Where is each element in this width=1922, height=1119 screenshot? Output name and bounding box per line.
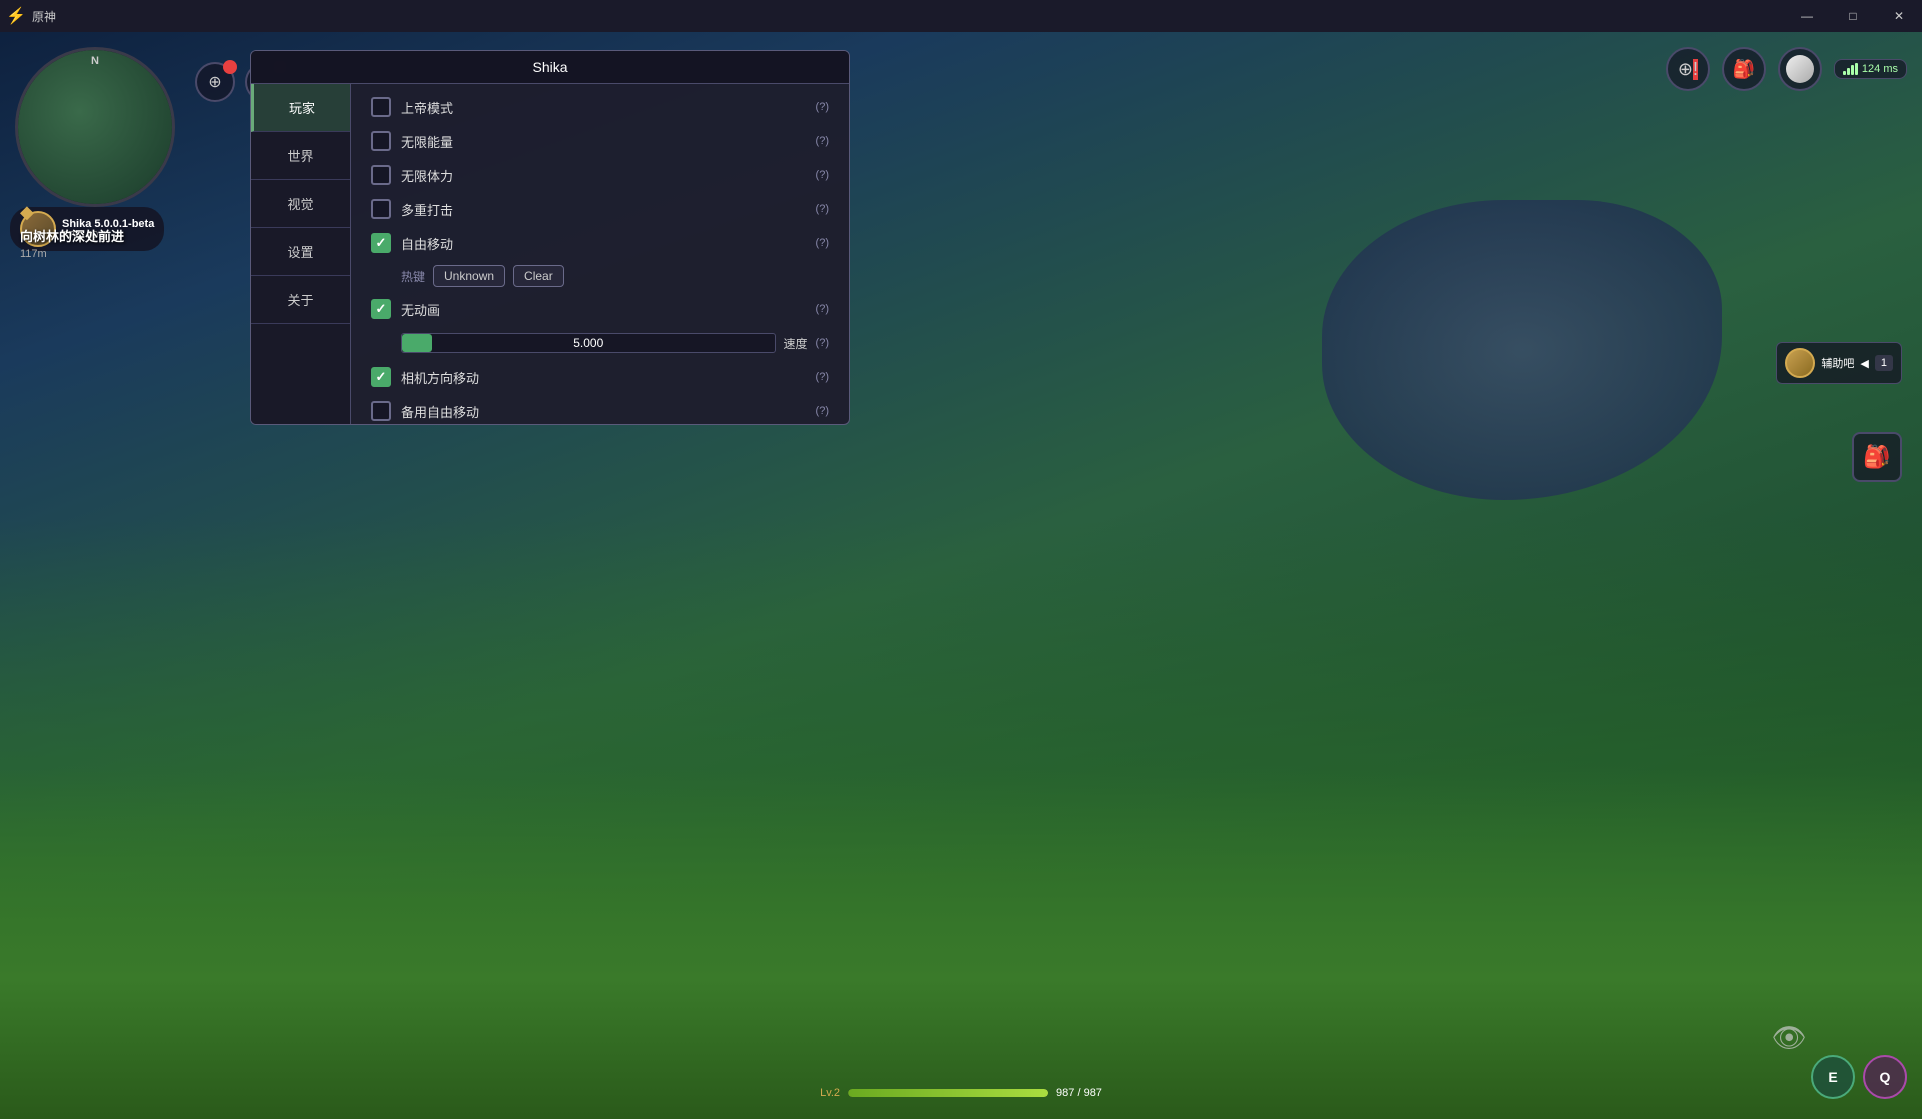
- cheat-checkbox-free-move[interactable]: [371, 233, 391, 253]
- background-grass: [0, 769, 1922, 1119]
- cheat-checkbox-no-animation[interactable]: [371, 299, 391, 319]
- cheat-checkbox-multi-hit[interactable]: [371, 199, 391, 219]
- cheat-hint-disable-free-move[interactable]: (?): [816, 405, 829, 417]
- speed-hint[interactable]: (?): [816, 337, 829, 349]
- cheat-checkbox-infinite-stamina[interactable]: [371, 165, 391, 185]
- minimize-button[interactable]: —: [1784, 0, 1830, 32]
- app-icon: ⚡: [0, 0, 32, 32]
- cheat-label-infinite-energy: 无限能量: [401, 132, 806, 151]
- title-bar: ⚡ 原神 — □ ✕: [0, 0, 1922, 32]
- cheat-checkbox-disable-free-move[interactable]: [371, 401, 391, 421]
- cheats-body: 玩家 世界 视觉 设置 关于 上帝模式 (?): [251, 84, 849, 424]
- cheat-row-free-move: 自由移动 (?): [363, 228, 837, 258]
- sidebar-tab-about[interactable]: 关于: [251, 276, 350, 324]
- sidebar-tab-player[interactable]: 玩家: [251, 84, 350, 132]
- cheat-label-free-move: 自由移动: [401, 234, 806, 253]
- cheat-row-multi-hit: 多重打击 (?): [363, 194, 837, 224]
- hotkey-label: 热键: [401, 268, 425, 285]
- cheat-row-god-mode: 上帝模式 (?): [363, 92, 837, 122]
- cheat-hint-god-mode[interactable]: (?): [816, 101, 829, 113]
- cheat-row-infinite-stamina: 无限体力 (?): [363, 160, 837, 190]
- cheat-label-infinite-stamina: 无限体力: [401, 166, 806, 185]
- cheat-hint-multi-hit[interactable]: (?): [816, 203, 829, 215]
- cheat-label-multi-hit: 多重打击: [401, 200, 806, 219]
- speed-row: 5.000 速度 (?): [363, 328, 837, 358]
- hotkey-clear-button[interactable]: Clear: [513, 265, 564, 287]
- close-button[interactable]: ✕: [1876, 0, 1922, 32]
- cheat-checkbox-camera-move[interactable]: [371, 367, 391, 387]
- cheat-hint-no-animation[interactable]: (?): [816, 303, 829, 315]
- window-title: 原神: [32, 8, 1784, 25]
- maximize-button[interactable]: □: [1830, 0, 1876, 32]
- hotkey-unknown-button[interactable]: Unknown: [433, 265, 505, 287]
- cheat-row-no-animation: 无动画 (?): [363, 294, 837, 324]
- cheat-label-camera-move: 相机方向移动: [401, 368, 806, 387]
- cheat-checkbox-infinite-energy[interactable]: [371, 131, 391, 151]
- cheats-title: Shika: [251, 51, 849, 84]
- cheats-overlay: Shika 玩家 世界 视觉 设置 关于 上帝模式: [250, 50, 850, 425]
- window-controls: — □ ✕: [1784, 0, 1922, 32]
- speed-fill: [402, 334, 432, 352]
- cheat-label-no-animation: 无动画: [401, 300, 806, 319]
- sidebar-tab-visual[interactable]: 视觉: [251, 180, 350, 228]
- cheat-hint-infinite-energy[interactable]: (?): [816, 135, 829, 147]
- cheat-row-disable-free-move: 备用自由移动 (?): [363, 396, 837, 424]
- sidebar-tab-settings[interactable]: 设置: [251, 228, 350, 276]
- cheats-sidebar: 玩家 世界 视觉 设置 关于: [251, 84, 351, 424]
- cheat-checkbox-god-mode[interactable]: [371, 97, 391, 117]
- hotkey-row: 热键 Unknown Clear: [363, 262, 837, 290]
- cheat-hint-free-move[interactable]: (?): [816, 237, 829, 249]
- cheat-label-disable-free-move: 备用自由移动: [401, 402, 806, 421]
- cheat-row-infinite-energy: 无限能量 (?): [363, 126, 837, 156]
- cheats-content: 上帝模式 (?) 无限能量 (?) 无限体力 (?) 多重打击 (?): [351, 84, 849, 424]
- sidebar-tab-world[interactable]: 世界: [251, 132, 350, 180]
- cheat-hint-infinite-stamina[interactable]: (?): [816, 169, 829, 181]
- speed-slider[interactable]: 5.000: [401, 333, 776, 353]
- cheat-hint-camera-move[interactable]: (?): [816, 371, 829, 383]
- speed-value: 5.000: [573, 336, 603, 350]
- cheat-row-camera-move: 相机方向移动 (?): [363, 362, 837, 392]
- cheat-label-god-mode: 上帝模式: [401, 98, 806, 117]
- speed-label: 速度: [784, 335, 808, 352]
